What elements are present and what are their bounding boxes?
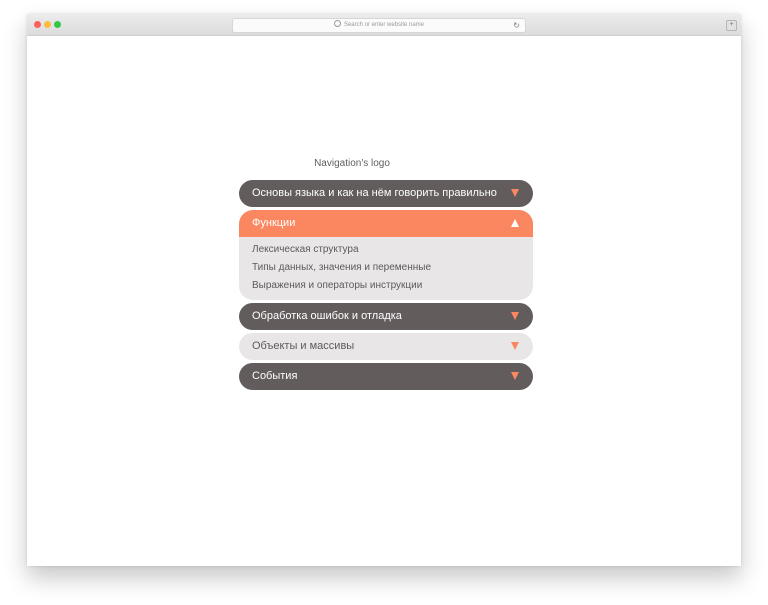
caret-down-icon — [511, 342, 519, 350]
submenu-functions: Лексическая структура Типы данных, значе… — [239, 237, 533, 300]
menu-item-objects-arrays[interactable]: Объекты и массивы — [239, 333, 533, 360]
minimize-window-button[interactable] — [44, 21, 51, 28]
caret-up-icon — [511, 219, 519, 227]
caret-down-icon — [511, 372, 519, 380]
menu-item-label: Функции — [252, 217, 296, 229]
caret-down-icon — [511, 312, 519, 320]
address-bar[interactable]: Search or enter website name ↻ — [232, 18, 526, 33]
menu-item-label: Обработка ошибок и отладка — [252, 310, 402, 322]
menu-item-events[interactable]: События — [239, 363, 533, 390]
accordion-menu: Основы языка и как на нём говорить прави… — [239, 180, 533, 393]
search-icon — [333, 19, 341, 27]
new-tab-button[interactable]: + — [726, 20, 737, 31]
submenu-item-expressions[interactable]: Выражения и операторы инструкции — [239, 277, 533, 295]
menu-item-label: События — [252, 370, 298, 382]
navigation-logo[interactable]: Navigation's logo — [239, 158, 465, 169]
browser-window: Search or enter website name ↻ + Navigat… — [27, 14, 741, 566]
submenu-item-lexical[interactable]: Лексическая структура — [239, 241, 533, 259]
close-window-button[interactable] — [34, 21, 41, 28]
menu-item-label: Основы языка и как на нём говорить прави… — [252, 187, 497, 199]
page-content: Navigation's logo Основы языка и как на … — [27, 36, 741, 566]
menu-item-functions[interactable]: Функции — [239, 210, 533, 237]
menu-item-label: Объекты и массивы — [252, 340, 355, 352]
menu-item-basics[interactable]: Основы языка и как на нём говорить прави… — [239, 180, 533, 207]
maximize-window-button[interactable] — [54, 21, 61, 28]
menu-item-error-handling[interactable]: Обработка ошибок и отладка — [239, 303, 533, 330]
submenu-item-data-types[interactable]: Типы данных, значения и переменные — [239, 259, 533, 277]
caret-down-icon — [511, 189, 519, 197]
reload-icon[interactable]: ↻ — [513, 19, 520, 32]
address-placeholder: Search or enter website name — [343, 22, 425, 28]
browser-titlebar: Search or enter website name ↻ + — [27, 14, 741, 36]
